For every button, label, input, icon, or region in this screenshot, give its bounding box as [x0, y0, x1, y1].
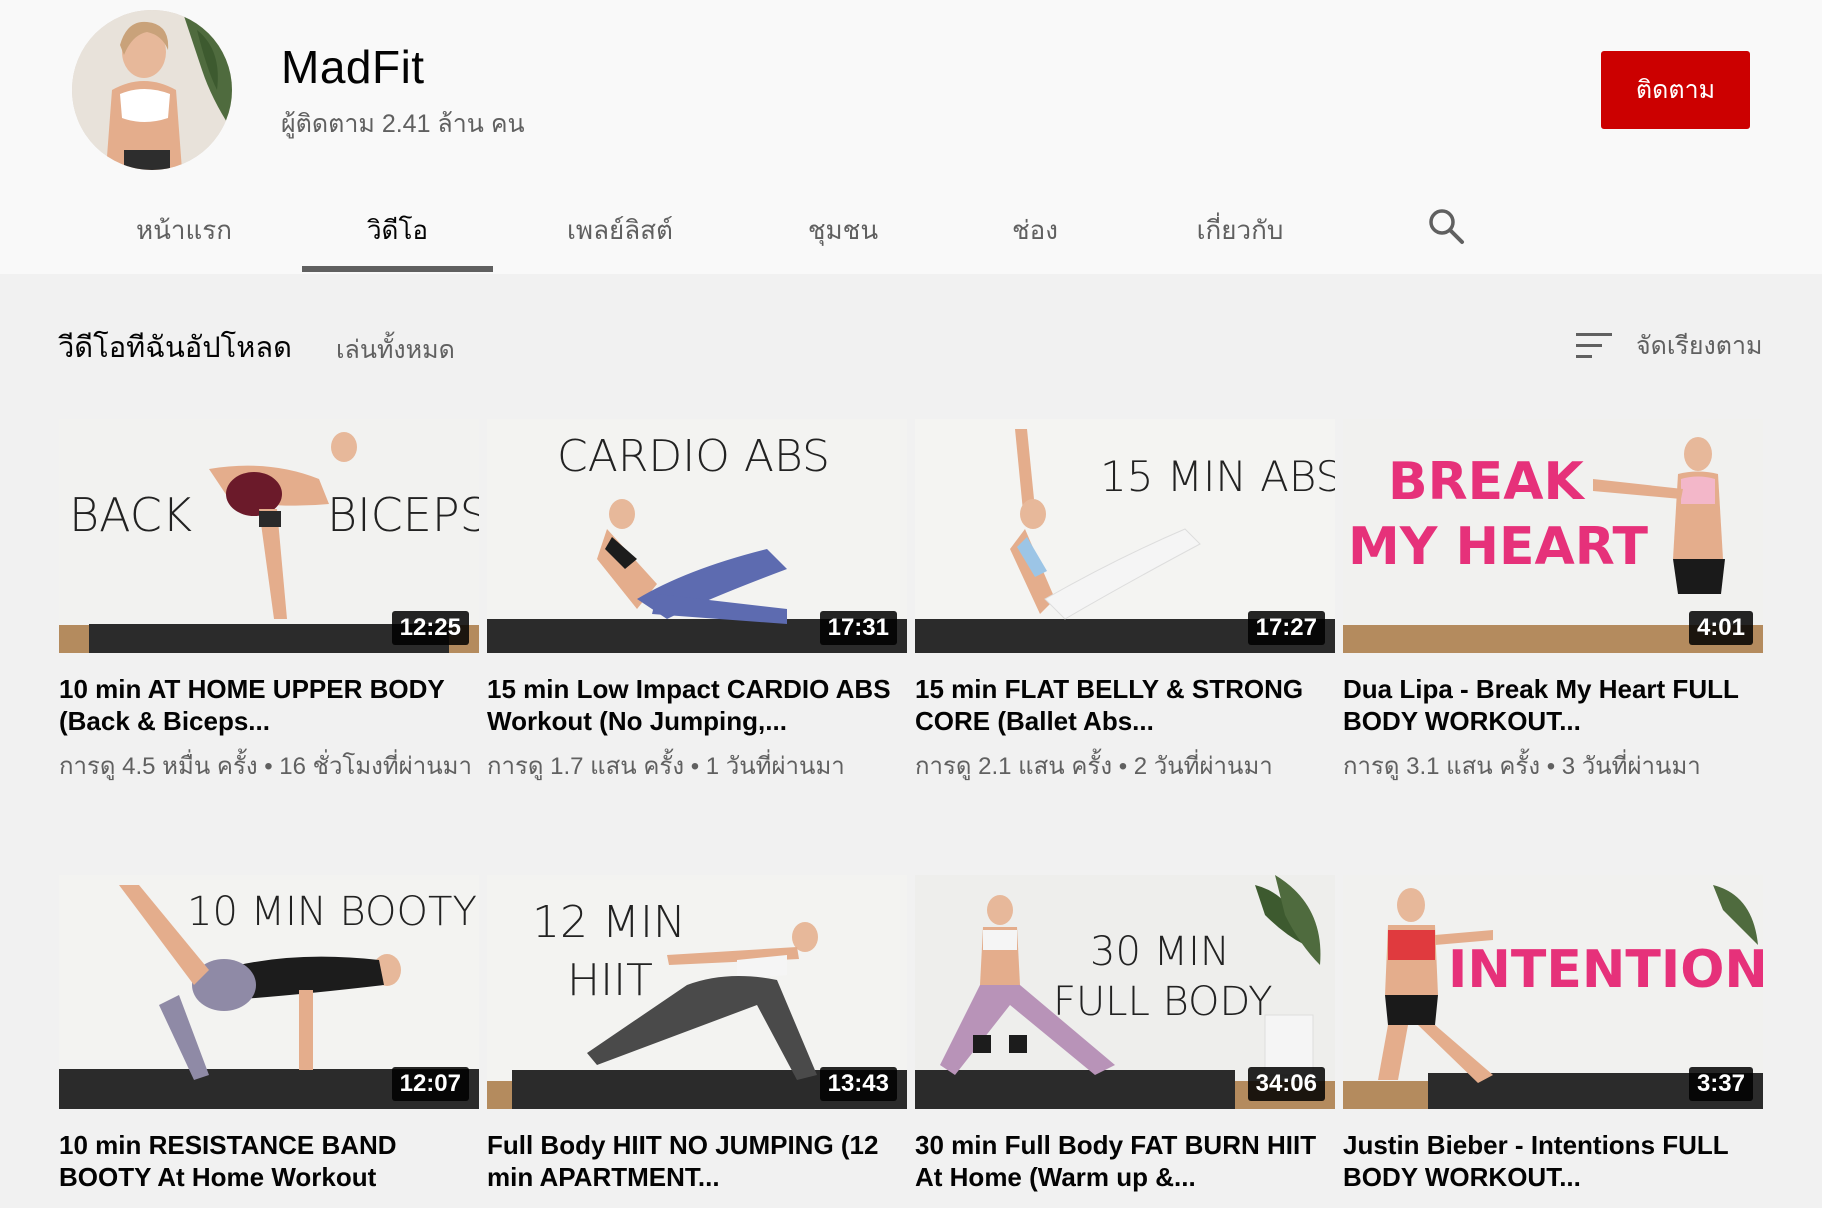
video-card[interactable]: 12 MIN HIIT 13:43 Full Body HIIT NO JUMP… [487, 875, 907, 1193]
video-duration: 4:01 [1688, 611, 1753, 645]
video-meta: การดู 3.1 แสน ครั้ง • 3 วันที่ผ่านมา [1343, 753, 1701, 780]
sort-icon [1576, 333, 1612, 358]
video-card[interactable]: 15 MIN ABS 17:27 15 min FLAT BELLY & STR… [915, 419, 1335, 785]
svg-text:15 MIN ABS: 15 MIN ABS [1100, 452, 1335, 501]
video-meta: การดู 4.5 หมื่น ครั้ง • 16 ชั่วโมงที่ผ่า… [59, 753, 472, 780]
svg-text:HIIT: HIIT [567, 955, 653, 1006]
video-thumbnail[interactable]: BACK BICEPS 12:25 [59, 419, 479, 653]
svg-text:BICEPS: BICEPS [327, 488, 479, 542]
video-thumbnail[interactable]: 30 MIN FULL BODY 34:06 [915, 875, 1335, 1109]
channel-header: MadFit ผู้ติดตาม 2.41 ล้าน คน ติดตาม หน้… [0, 0, 1822, 274]
svg-text:INTENTIONS: INTENTIONS [1448, 940, 1763, 1000]
video-thumbnail[interactable]: 15 MIN ABS 17:27 [915, 419, 1335, 653]
video-title[interactable]: 10 min RESISTANCE BAND BOOTY At Home Wor… [59, 1129, 479, 1193]
channel-name: MadFit [281, 41, 425, 93]
tab-videos[interactable]: วิดีโอ [302, 186, 493, 274]
video-title[interactable]: Full Body HIIT NO JUMPING (12 min APARTM… [487, 1129, 907, 1193]
video-card[interactable]: 30 MIN FULL BODY 34:06 30 min Full Body … [915, 875, 1335, 1193]
video-title[interactable]: Justin Bieber - Intentions FULL BODY WOR… [1343, 1129, 1763, 1193]
video-duration: 13:43 [819, 1067, 897, 1101]
video-duration: 12:25 [391, 611, 469, 645]
video-card[interactable]: CARDIO ABS 17:31 15 min Low Impact CARDI… [487, 419, 907, 785]
tab-home[interactable]: หน้าแรก [115, 186, 253, 274]
video-thumbnail[interactable]: BREAK MY HEART 4:01 [1343, 419, 1763, 653]
video-title[interactable]: 15 min Low Impact CARDIO ABS Workout (No… [487, 673, 907, 737]
video-title[interactable]: 15 min FLAT BELLY & STRONG CORE (Ballet … [915, 673, 1335, 737]
subscriber-count: ผู้ติดตาม 2.41 ล้าน คน [281, 110, 525, 138]
search-icon[interactable] [1425, 205, 1467, 247]
video-thumbnail[interactable]: CARDIO ABS 17:31 [487, 419, 907, 653]
svg-text:BREAK: BREAK [1388, 452, 1585, 512]
section-title: วีดีโอทีฉันอัปโหลด [58, 332, 292, 364]
video-thumbnail[interactable]: 12 MIN HIIT 13:43 [487, 875, 907, 1109]
channel-avatar[interactable] [72, 10, 232, 170]
svg-text:MY HEART: MY HEART [1348, 517, 1648, 577]
svg-text:10 MIN BOOTY: 10 MIN BOOTY [187, 889, 477, 935]
video-title[interactable]: Dua Lipa - Break My Heart FULL BODY WORK… [1343, 673, 1763, 737]
video-duration: 17:31 [819, 611, 897, 645]
svg-text:30 MIN: 30 MIN [1090, 929, 1230, 975]
tab-channels[interactable]: ช่อง [990, 186, 1080, 274]
channel-tabs: หน้าแรก วิดีโอ เพลย์ลิสต์ ชุมชน ช่อง เกี… [0, 186, 1822, 274]
video-meta: การดู 1.7 แสน ครั้ง • 1 วันที่ผ่านมา [487, 753, 845, 780]
sort-label: จัดเรียงตาม [1636, 332, 1763, 360]
tab-about[interactable]: เกี่ยวกับ [1180, 186, 1300, 274]
play-all-link[interactable]: เล่นทั้งหมด [336, 330, 455, 370]
video-card[interactable]: INTENTIONS 3:37 Justin Bieber - Intentio… [1343, 875, 1763, 1193]
video-duration: 12:07 [391, 1067, 469, 1101]
svg-text:CARDIO ABS: CARDIO ABS [557, 431, 830, 482]
svg-text:BACK: BACK [69, 488, 192, 542]
tab-playlists[interactable]: เพลย์ลิสต์ [545, 186, 695, 274]
video-title[interactable]: 10 min AT HOME UPPER BODY (Back & Biceps… [59, 673, 479, 737]
svg-text:FULL BODY: FULL BODY [1053, 979, 1273, 1025]
video-card[interactable]: BREAK MY HEART 4:01 Dua Lipa - Break My … [1343, 419, 1763, 785]
video-card[interactable]: BACK BICEPS 12:25 10 min AT HOME UPPER B… [59, 419, 479, 785]
subscribe-button[interactable]: ติดตาม [1601, 51, 1750, 129]
video-duration: 17:27 [1247, 611, 1325, 645]
svg-text:12 MIN: 12 MIN [532, 897, 686, 948]
video-thumbnail[interactable]: 10 MIN BOOTY 12:07 [59, 875, 479, 1109]
video-card[interactable]: 10 MIN BOOTY 12:07 10 min RESISTANCE BAN… [59, 875, 479, 1193]
tab-community[interactable]: ชุมชน [788, 186, 898, 274]
video-duration: 34:06 [1247, 1067, 1325, 1101]
video-duration: 3:37 [1688, 1067, 1753, 1101]
video-meta: การดู 2.1 แสน ครั้ง • 2 วันที่ผ่านมา [915, 753, 1273, 780]
video-title[interactable]: 30 min Full Body FAT BURN HIIT At Home (… [915, 1129, 1335, 1193]
sort-button[interactable]: จัดเรียงตาม [1576, 326, 1762, 366]
video-thumbnail[interactable]: INTENTIONS 3:37 [1343, 875, 1763, 1109]
